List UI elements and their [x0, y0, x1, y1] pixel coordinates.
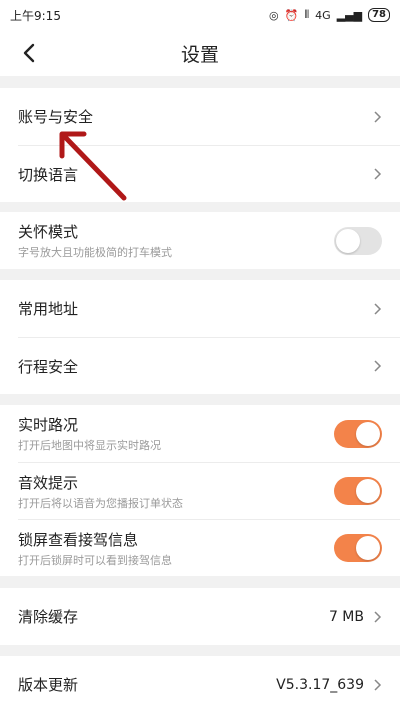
row-common-address[interactable]: 常用地址: [0, 280, 400, 337]
vibrate-icon: ⦀: [304, 8, 310, 21]
row-label: 清除缓存: [18, 608, 79, 626]
chevron-right-icon: [374, 360, 382, 372]
alarm-icon: ⏰: [284, 8, 299, 22]
row-label: 关怀模式: [18, 223, 79, 241]
toggle-knob: [336, 228, 360, 253]
status-icons: ◎ ⏰ ⦀ 4G ▂▄▆ 78: [269, 8, 390, 22]
status-time: 上午9:15: [10, 8, 61, 23]
chevron-right-icon: [374, 678, 382, 691]
app-header: 设置: [0, 30, 400, 76]
settings-group-account: 账号与安全 切换语言: [0, 88, 400, 202]
settings-group-cache: 清除缓存 7 MB: [0, 588, 400, 645]
row-care-mode: 关怀模式 字号放大且功能极简的打车模式: [0, 212, 400, 269]
row-label: 音效提示: [18, 473, 79, 492]
row-sublabel: 打开后将以语音为您播报订单状态: [18, 496, 183, 510]
row-sublabel: 打开后地图中将显示实时路况: [18, 439, 161, 452]
settings-group-toggles: 实时路况 打开后地图中将显示实时路况 音效提示 打开后将以语音为您播报订单状态 …: [0, 405, 400, 576]
settings-group-care: 关怀模式 字号放大且功能极简的打车模式: [0, 212, 400, 269]
row-label: 实时路况: [18, 416, 79, 434]
chevron-right-icon: [374, 110, 382, 123]
row-label: 常用地址: [18, 300, 79, 318]
realtime-traffic-toggle[interactable]: [334, 419, 382, 448]
row-sublabel: 字号放大且功能极简的打车模式: [18, 246, 172, 259]
row-account-security[interactable]: 账号与安全: [0, 88, 400, 145]
toggle-knob: [356, 536, 380, 560]
row-sound-prompt: 音效提示 打开后将以语音为您播报订单状态: [0, 463, 400, 519]
toggle-knob: [356, 479, 380, 503]
care-mode-toggle[interactable]: [334, 226, 382, 255]
row-label: 切换语言: [18, 165, 79, 184]
cache-value-group: 7 MB: [329, 609, 382, 625]
back-button[interactable]: [14, 38, 44, 68]
chevron-right-icon: [374, 610, 382, 623]
battery-icon: 78: [368, 8, 390, 22]
page-title: 设置: [180, 43, 219, 66]
sound-prompt-toggle[interactable]: [334, 477, 382, 505]
row-trip-safety[interactable]: 行程安全: [0, 338, 400, 394]
row-clear-cache[interactable]: 清除缓存 7 MB: [0, 588, 400, 645]
row-label: 版本更新: [18, 676, 79, 694]
network-type: 4G: [315, 8, 331, 22]
status-bar: 上午9:15 ◎ ⏰ ⦀ 4G ▂▄▆ 78: [0, 0, 400, 30]
signal-icon: ▂▄▆: [336, 8, 363, 22]
row-label: 行程安全: [18, 357, 79, 376]
row-switch-language[interactable]: 切换语言: [0, 146, 400, 202]
row-label: 锁屏查看接驾信息: [18, 530, 139, 549]
lockscreen-info-toggle[interactable]: [334, 534, 382, 562]
version-number: V5.3.17_639: [276, 676, 364, 693]
row-version-update[interactable]: 版本更新 V5.3.17_639: [0, 656, 400, 713]
row-label: 账号与安全: [18, 108, 94, 126]
toggle-knob: [356, 421, 380, 446]
cache-size: 7 MB: [328, 608, 364, 625]
row-lockscreen-info: 锁屏查看接驾信息 打开后锁屏时可以看到接驾信息: [0, 520, 400, 576]
row-realtime-traffic: 实时路况 打开后地图中将显示实时路况: [0, 405, 400, 462]
chevron-right-icon: [374, 168, 382, 180]
row-sublabel: 打开后锁屏时可以看到接驾信息: [18, 553, 172, 567]
settings-group-address: 常用地址 行程安全: [0, 280, 400, 394]
chevron-right-icon: [374, 302, 382, 315]
hotspot-icon: ◎: [269, 8, 279, 22]
settings-group-version: 版本更新 V5.3.17_639: [0, 656, 400, 713]
back-arrow-icon: [23, 43, 35, 63]
version-value-group: V5.3.17_639: [276, 677, 382, 693]
